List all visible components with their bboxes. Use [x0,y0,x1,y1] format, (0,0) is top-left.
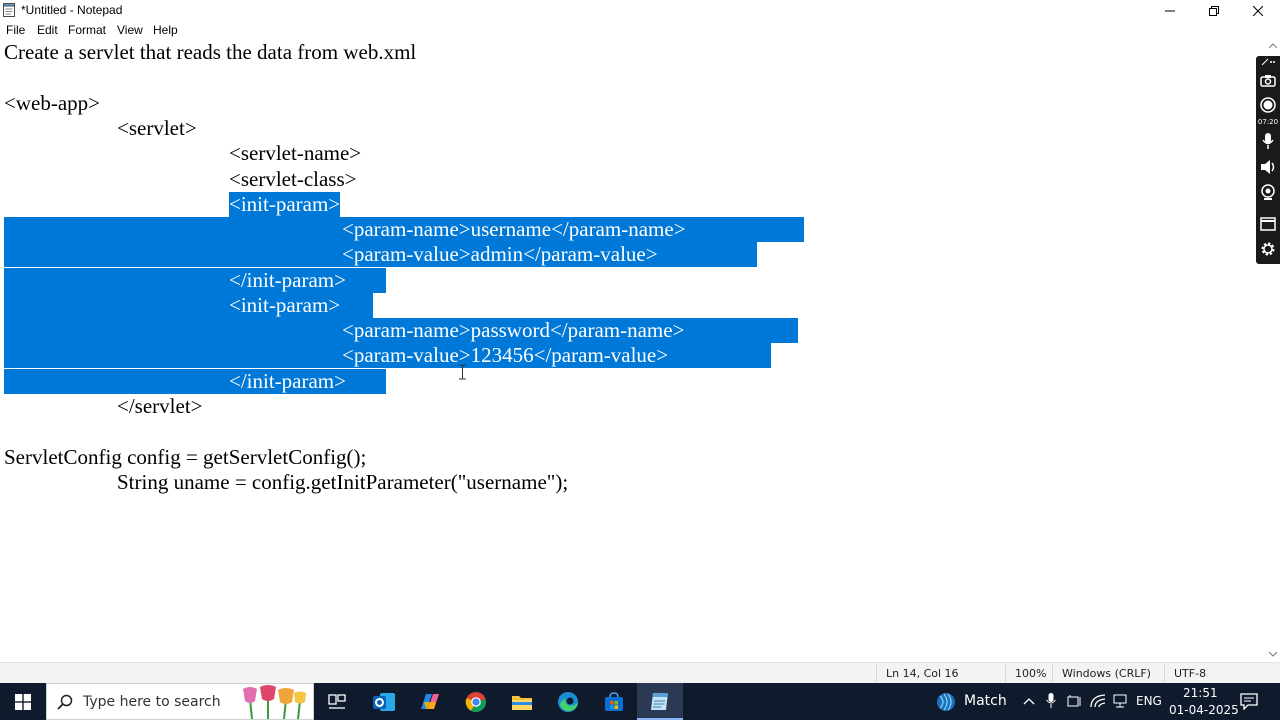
search-icon [57,694,73,710]
selected-line: <param-value>admin</param-value> [4,242,757,267]
chrome-button[interactable] [453,683,499,720]
settings-icon[interactable] [1258,239,1278,259]
editor-line: Create a servlet that reads the data fro… [4,40,417,64]
selected-line: <param-name>password</param-name> [4,318,798,343]
edge-icon [558,691,578,712]
webcam-icon[interactable] [1258,182,1278,202]
editor-line: <servlet> [117,116,197,140]
menu-help[interactable]: Help [153,23,178,37]
notepad-taskbar-button[interactable] [637,683,683,720]
battery-plug-icon[interactable] [1067,694,1083,708]
text-editor[interactable]: Create a servlet that reads the data fro… [0,40,1266,662]
language-indicator[interactable]: ENG [1136,694,1162,708]
close-icon [1253,5,1263,16]
clock-time[interactable]: 21:51 [1183,686,1218,700]
chevron-up-icon[interactable] [1023,697,1035,705]
scroll-up-icon[interactable] [1269,43,1277,49]
selected-line: </init-param> [4,369,386,394]
status-divider [1005,665,1006,682]
store-icon [605,691,623,711]
status-divider [876,665,877,682]
title-bar: *Untitled - Notepad [0,0,1280,21]
speaker-icon[interactable] [1258,157,1278,177]
recorder-toolbar: 07:20 [1256,56,1280,264]
selected-line: <param-value>123456</param-value> [4,343,771,368]
selected-line: <param-name>username</param-name> [4,217,804,242]
menu-format[interactable]: Format [68,23,106,37]
editor-line: <servlet-class> [229,167,357,191]
pen-icon[interactable] [1258,56,1278,68]
text-cursor-icon [459,364,466,380]
store-button[interactable] [591,683,637,720]
copilot-button[interactable] [407,683,453,720]
menu-file[interactable]: File [6,23,25,37]
window-icon[interactable] [1258,214,1278,234]
outlook-icon [373,692,395,711]
notepad-icon [651,692,668,710]
notepad-app-icon [3,3,15,17]
chrome-icon [465,691,486,712]
wifi-icon[interactable] [1090,694,1106,708]
editor-line: ServletConfig config = getServletConfig(… [4,445,367,469]
editor-line: <servlet-name> [229,141,362,165]
window-title: *Untitled - Notepad [21,3,123,17]
network-icon[interactable] [1112,694,1128,708]
menu-edit[interactable]: Edit [37,23,58,37]
record-icon[interactable] [1258,95,1278,115]
outlook-button[interactable] [361,683,407,720]
menu-view[interactable]: View [117,23,143,37]
minimize-button[interactable] [1148,0,1192,21]
status-divider [1164,665,1165,682]
taskbar: Type here to search Match ENG 21:51 01-0… [0,683,1280,720]
camera-icon[interactable] [1258,70,1278,90]
selected-line: <init-param> [4,293,373,318]
selected-line: </init-param> [4,268,386,293]
task-view-button[interactable] [314,683,360,720]
tulips-icon [243,685,306,719]
cursor-position: Ln 14, Col 16 [886,667,959,680]
file-explorer-icon [512,695,532,710]
restore-icon [1209,5,1219,16]
close-button[interactable] [1236,0,1280,21]
status-divider [1052,665,1053,682]
search-placeholder: Type here to search [83,694,221,710]
editor-line: </servlet> [117,394,203,418]
zoom-level: 100% [1015,667,1047,680]
selected-line: <init-param> [229,192,341,217]
tray-microphone-icon[interactable] [1046,693,1056,709]
minimize-icon [1165,10,1175,11]
scroll-down-icon[interactable] [1269,651,1277,657]
copilot-icon [421,693,439,709]
line-ending: Windows (CRLF) [1062,667,1151,680]
windows-logo-icon [15,693,31,710]
encoding: UTF-8 [1174,667,1207,680]
cricket-weather-icon[interactable] [935,691,957,713]
start-button[interactable] [0,683,46,720]
restore-button[interactable] [1192,0,1236,21]
notifications-icon[interactable] [1240,692,1258,710]
editor-line: String uname = config.getInitParameter("… [117,470,569,494]
status-bar: Ln 14, Col 16 100% Windows (CRLF) UTF-8 [0,662,1280,684]
clock-date[interactable]: 01-04-2025 [1169,703,1239,717]
file-explorer-button[interactable] [499,683,545,720]
weather-label[interactable]: Match [964,693,1007,709]
menu-bar: File Edit Format View Help [0,21,1280,40]
edge-button[interactable] [545,683,591,720]
task-view-icon [328,693,346,709]
recording-time: 07:20 [1257,118,1279,126]
microphone-icon[interactable] [1258,131,1278,151]
editor-line: <web-app> [4,91,100,115]
